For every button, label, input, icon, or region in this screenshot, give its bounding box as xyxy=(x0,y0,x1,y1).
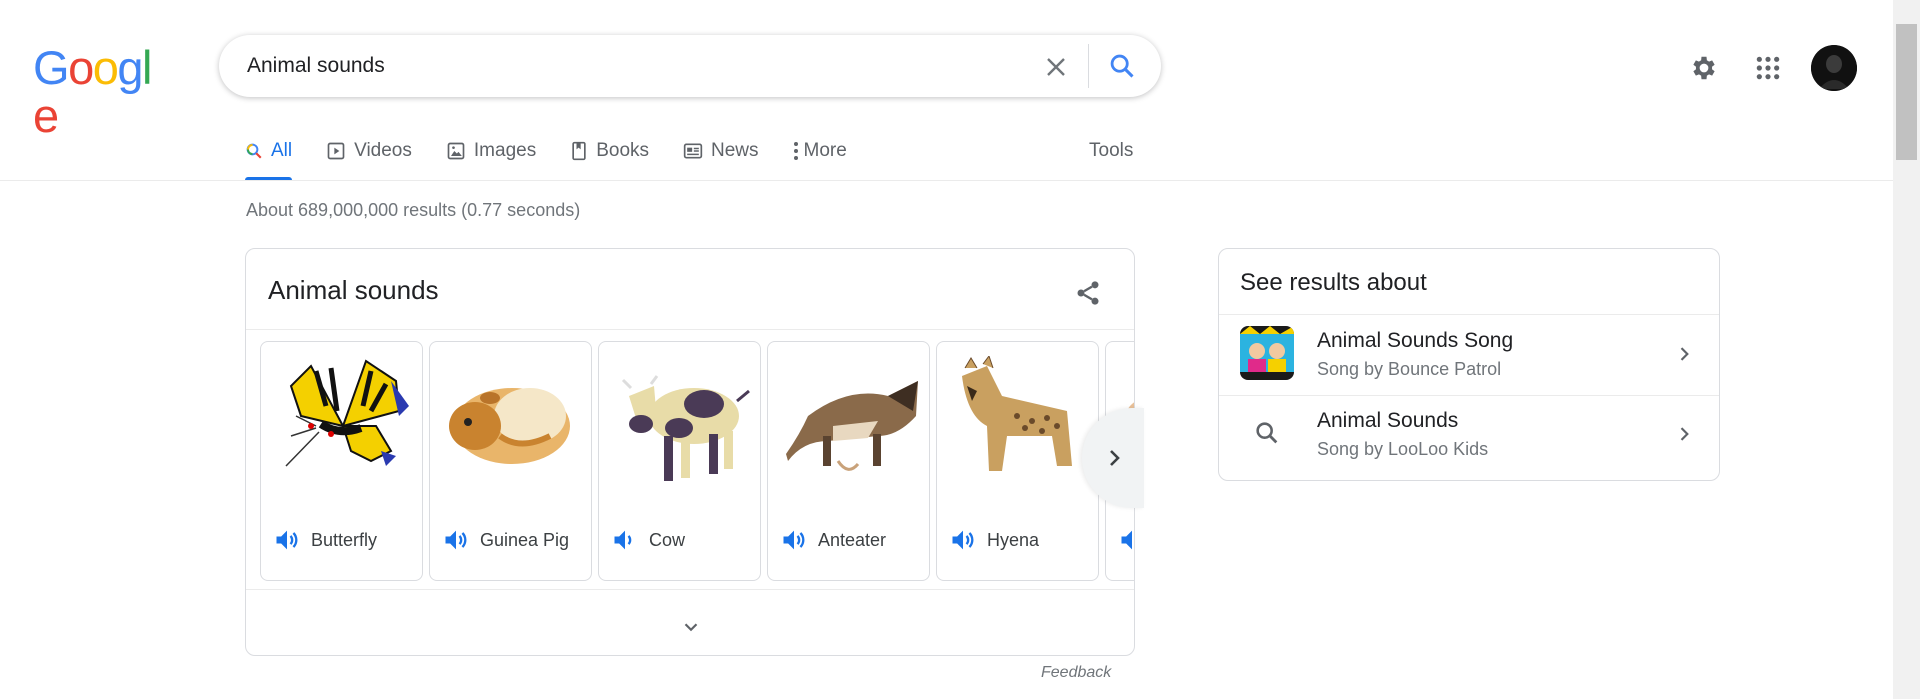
speaker-icon xyxy=(952,530,974,550)
search-icon xyxy=(1240,406,1294,460)
animal-tile-hyena[interactable]: Hyena xyxy=(936,341,1099,581)
speaker-icon xyxy=(783,530,805,550)
apps-grid-icon xyxy=(1756,56,1780,80)
see-results-about-panel: See results about Animal Sounds Song Son… xyxy=(1218,248,1720,481)
tab-books[interactable]: Books xyxy=(570,136,649,166)
animal-sounds-card: Animal sounds Butterfly Guinea Pig Cow A… xyxy=(245,248,1135,656)
card-title: Animal sounds xyxy=(268,275,439,305)
chevron-down-icon xyxy=(684,623,698,632)
logo-letter: e xyxy=(33,89,59,142)
song-thumbnail xyxy=(1240,326,1294,380)
play-sound-button[interactable]: Hyena xyxy=(949,526,1039,554)
tab-label: News xyxy=(711,140,759,161)
user-photo xyxy=(1811,45,1857,91)
play-icon xyxy=(326,141,346,161)
result-stats: About 689,000,000 results (0.77 seconds) xyxy=(246,200,581,220)
google-results-page: Googl e All xyxy=(0,0,1920,699)
animal-carousel: Butterfly Guinea Pig Cow Anteater Hyena xyxy=(260,341,1134,581)
butterfly-image xyxy=(285,359,409,467)
play-sound-button[interactable]: Butterfly xyxy=(273,526,377,554)
animal-tile-butterfly[interactable]: Butterfly xyxy=(260,341,423,581)
animal-tile-guinea-pig[interactable]: Guinea Pig xyxy=(429,341,592,581)
hyena-image xyxy=(962,356,1072,471)
clear-search-button[interactable] xyxy=(1034,50,1078,84)
header-divider xyxy=(0,180,1893,181)
more-vert-icon xyxy=(793,141,799,161)
tab-label: Images xyxy=(473,140,537,161)
animal-tile-cow[interactable]: Cow xyxy=(598,341,761,581)
tab-more[interactable]: More xyxy=(793,136,847,166)
speaker-icon xyxy=(614,530,632,550)
animal-name: Butterfly xyxy=(311,529,378,550)
book-icon xyxy=(570,141,588,161)
tab-label: All xyxy=(271,140,293,161)
google-logo[interactable]: Googl e xyxy=(33,41,158,140)
search-icon xyxy=(1110,54,1134,78)
logo-letter: o xyxy=(68,41,94,94)
share-icon xyxy=(1077,281,1099,305)
related-result-animal-sounds[interactable]: Animal Sounds Song by LooLoo Kids xyxy=(1219,395,1719,475)
search-box xyxy=(219,35,1161,97)
play-sound-button[interactable]: Cow xyxy=(611,526,685,554)
related-result-animal-sounds-song[interactable]: Animal Sounds Song Song by Bounce Patrol xyxy=(1219,315,1719,395)
anteater-image xyxy=(786,381,918,471)
search-icon xyxy=(245,142,263,160)
scrollbar-thumb[interactable] xyxy=(1896,24,1917,160)
search-input[interactable] xyxy=(247,49,1007,83)
close-icon xyxy=(1047,58,1065,76)
logo-letter: g xyxy=(117,41,143,94)
result-title: Animal Sounds Song xyxy=(1317,329,1514,352)
animal-tile-anteater[interactable]: Anteater xyxy=(767,341,930,581)
share-button[interactable] xyxy=(1066,271,1110,315)
image-icon xyxy=(446,141,466,161)
speaker-icon xyxy=(445,530,467,550)
animal-name: Guinea Pig xyxy=(480,529,570,550)
chevron-right-icon xyxy=(1110,450,1120,466)
tab-all[interactable]: All xyxy=(245,136,293,180)
search-divider xyxy=(1088,44,1089,88)
result-title: Animal Sounds xyxy=(1317,409,1459,432)
chevron-right-icon xyxy=(1669,419,1699,449)
expand-button[interactable] xyxy=(666,607,716,647)
play-sound-button[interactable]: Guinea Pig xyxy=(442,526,569,554)
chevron-right-icon xyxy=(1669,339,1699,369)
animal-name: Cow xyxy=(649,529,686,550)
speaker-icon xyxy=(1121,530,1132,550)
feedback-link[interactable]: Feedback xyxy=(1041,664,1111,682)
news-icon xyxy=(683,141,703,161)
logo-letter: l xyxy=(141,41,152,94)
avatar[interactable] xyxy=(1811,45,1857,91)
tab-videos[interactable]: Videos xyxy=(326,136,412,166)
tab-news[interactable]: News xyxy=(683,136,759,166)
search-button[interactable] xyxy=(1100,46,1144,86)
animal-name: Anteater xyxy=(818,529,887,550)
cow-image xyxy=(621,375,750,481)
animal-name: Hyena xyxy=(987,529,1040,550)
gear-icon xyxy=(1693,56,1715,80)
tab-label: More xyxy=(803,140,847,161)
card-divider xyxy=(246,589,1134,590)
logo-letter: G xyxy=(33,41,70,94)
play-sound-button[interactable] xyxy=(1118,526,1134,554)
result-subtitle: Song by LooLoo Kids xyxy=(1317,439,1489,459)
tab-label: Books xyxy=(596,140,650,161)
settings-button[interactable] xyxy=(1686,50,1722,86)
speaker-icon xyxy=(276,530,298,550)
panel-title: See results about xyxy=(1240,269,1427,296)
card-divider xyxy=(246,329,1134,330)
google-apps-button[interactable] xyxy=(1750,50,1786,86)
search-tabs: All Videos Images Books News More xyxy=(245,136,881,180)
play-sound-button[interactable]: Anteater xyxy=(780,526,886,554)
logo-letter: o xyxy=(92,41,119,94)
tab-images[interactable]: Images xyxy=(446,136,536,166)
tab-label: Videos xyxy=(354,140,412,161)
result-subtitle: Song by Bounce Patrol xyxy=(1317,359,1502,379)
guinea-pig-image xyxy=(449,388,570,464)
tools-button[interactable]: Tools xyxy=(1089,140,1133,162)
